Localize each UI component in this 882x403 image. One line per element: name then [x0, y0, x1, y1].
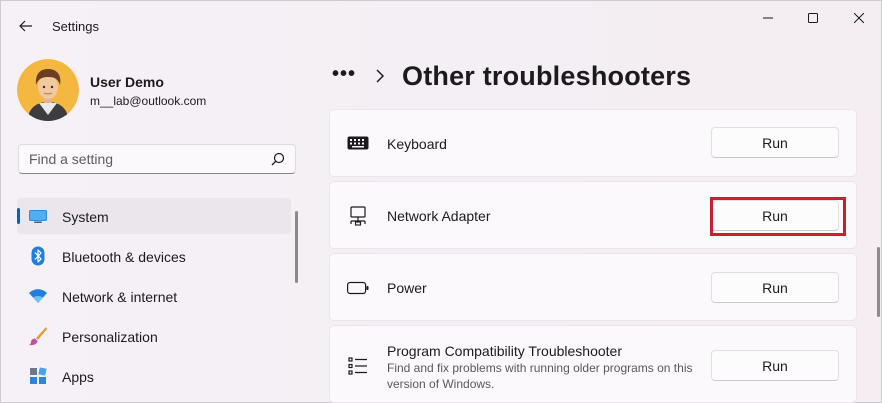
- run-power-button[interactable]: Run: [711, 272, 839, 303]
- search-box: [18, 144, 296, 174]
- sidebar-item-bluetooth[interactable]: Bluetooth & devices: [17, 238, 291, 274]
- troubleshooter-title: Program Compatibility Troubleshooter: [387, 343, 622, 359]
- page-title: Other troubleshooters: [402, 61, 692, 91]
- close-icon: [854, 13, 864, 23]
- app-title: Settings: [52, 19, 99, 34]
- sidebar-item-label: Apps: [62, 369, 94, 385]
- content-scrollbar[interactable]: [877, 247, 880, 317]
- search-icon[interactable]: [271, 152, 285, 166]
- keyboard-icon: [346, 132, 370, 154]
- selection-indicator: [17, 208, 20, 224]
- breadcrumb-more-button[interactable]: •••: [332, 63, 356, 86]
- sidebar-item-apps[interactable]: Apps: [17, 358, 291, 394]
- minimize-icon: [763, 17, 773, 19]
- maximize-button[interactable]: [790, 5, 836, 31]
- search-input[interactable]: [19, 145, 269, 173]
- maximize-icon: [808, 13, 818, 23]
- network-adapter-icon: [346, 205, 370, 227]
- chevron-right-icon: [376, 69, 385, 83]
- sidebar-scrollbar[interactable]: [295, 211, 298, 283]
- bluetooth-icon: [27, 246, 49, 266]
- troubleshooter-title: Power: [387, 280, 427, 296]
- troubleshooter-card-network-adapter: Network Adapter Run: [329, 181, 857, 249]
- user-email: m__lab@outlook.com: [90, 94, 207, 108]
- apps-icon: [27, 366, 49, 386]
- sidebar-item-label: System: [62, 209, 109, 225]
- avatar[interactable]: [17, 59, 79, 121]
- battery-icon: [346, 277, 370, 299]
- wifi-icon: [27, 286, 49, 306]
- troubleshooter-card-program-compatibility: Program Compatibility Troubleshooter Fin…: [329, 325, 857, 403]
- sidebar-item-system[interactable]: System: [17, 198, 291, 234]
- sidebar-item-label: Personalization: [62, 329, 158, 345]
- run-keyboard-button[interactable]: Run: [711, 127, 839, 158]
- user-name: User Demo: [90, 74, 164, 90]
- settings-window: Settings User Demo m__lab@outlook.com Fi…: [0, 0, 882, 403]
- system-icon: [27, 206, 49, 226]
- troubleshooter-card-power: Power Run: [329, 253, 857, 321]
- back-button[interactable]: [13, 13, 39, 39]
- troubleshooter-description: Find and fix problems with running older…: [387, 361, 693, 391]
- sidebar-item-network[interactable]: Network & internet: [17, 278, 291, 314]
- sidebar-item-label: Network & internet: [62, 289, 178, 305]
- list-icon: [346, 355, 370, 377]
- troubleshooter-card-keyboard: Keyboard Run: [329, 109, 857, 177]
- sidebar-item-personalization[interactable]: Personalization: [17, 318, 291, 354]
- back-arrow-icon: [19, 20, 32, 32]
- troubleshooter-title: Keyboard: [387, 136, 447, 152]
- brush-icon: [27, 326, 49, 346]
- sidebar-item-label: Bluetooth & devices: [62, 249, 186, 265]
- run-program-compatibility-button[interactable]: Run: [711, 350, 839, 381]
- user-avatar-icon: [17, 59, 79, 121]
- minimize-button[interactable]: [745, 5, 791, 31]
- troubleshooter-title: Network Adapter: [387, 208, 491, 224]
- run-network-adapter-button[interactable]: Run: [711, 200, 839, 231]
- close-button[interactable]: [836, 5, 882, 31]
